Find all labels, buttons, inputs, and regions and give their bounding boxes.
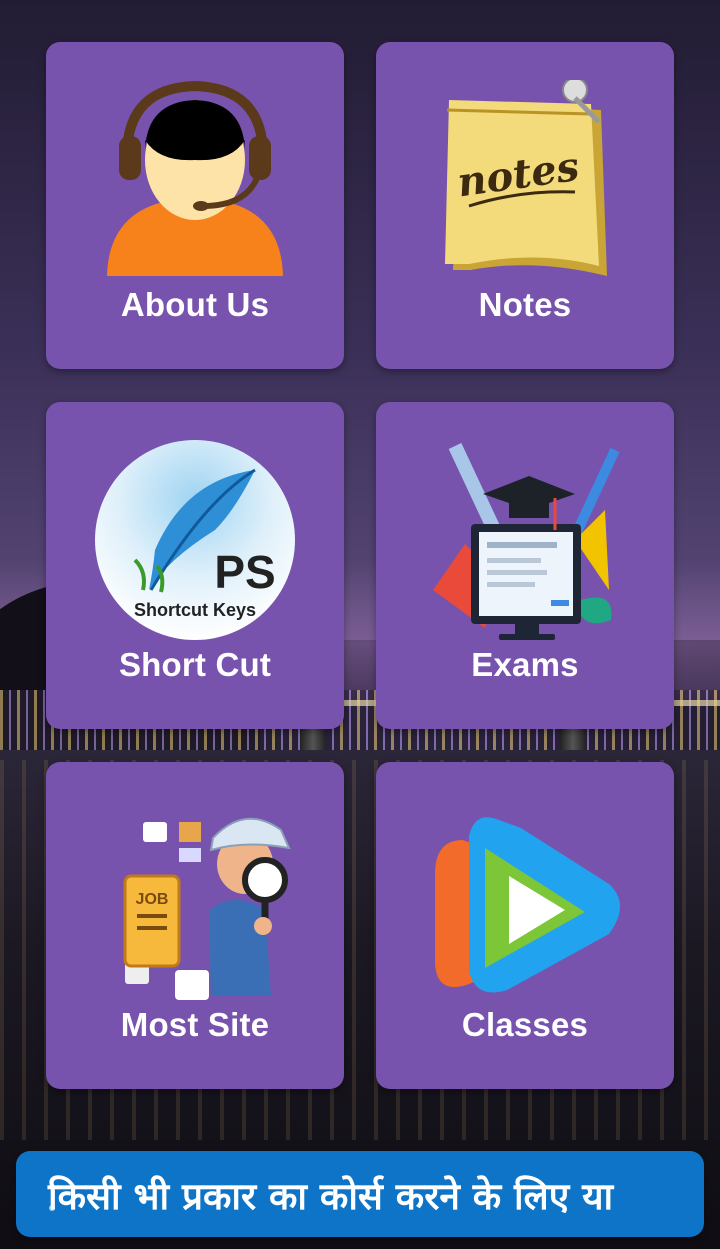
video-play-icon — [435, 817, 620, 993]
announcement-ticker[interactable]: किसी भी प्रकार का कोर्स करने के लिए या — [16, 1151, 704, 1237]
about-us-tile[interactable]: About Us — [46, 42, 344, 369]
short-cut-tile[interactable]: PS Shortcut Keys Short Cut — [46, 402, 344, 729]
short-cut-label: Short Cut — [118, 646, 272, 683]
shortcut-ps-text: PS — [214, 546, 275, 598]
support-agent-icon — [107, 80, 283, 276]
notes-label: Notes — [478, 286, 572, 323]
exams-label: Exams — [471, 646, 579, 683]
job-text: JOB — [136, 891, 169, 908]
shortcut-keys-icon: PS Shortcut Keys — [95, 440, 295, 640]
exam-monitor-icon — [433, 443, 620, 640]
notes-tile[interactable]: notes Notes — [376, 42, 674, 369]
ticker-text: किसी भी प्रकार का कोर्स करने के लिए या — [48, 1175, 614, 1218]
classes-label: Classes — [461, 1006, 589, 1043]
shortcut-keys-text: Shortcut Keys — [134, 600, 256, 620]
about-us-label: About Us — [120, 286, 270, 323]
exams-tile[interactable]: Exams — [376, 402, 674, 729]
most-site-tile[interactable]: JOB Most Site — [46, 762, 344, 1089]
classes-tile[interactable]: Classes — [376, 762, 674, 1089]
notes-pad-icon: notes — [445, 80, 607, 276]
job-search-detective-icon: JOB — [123, 817, 291, 1000]
most-site-label: Most Site — [120, 1006, 270, 1043]
